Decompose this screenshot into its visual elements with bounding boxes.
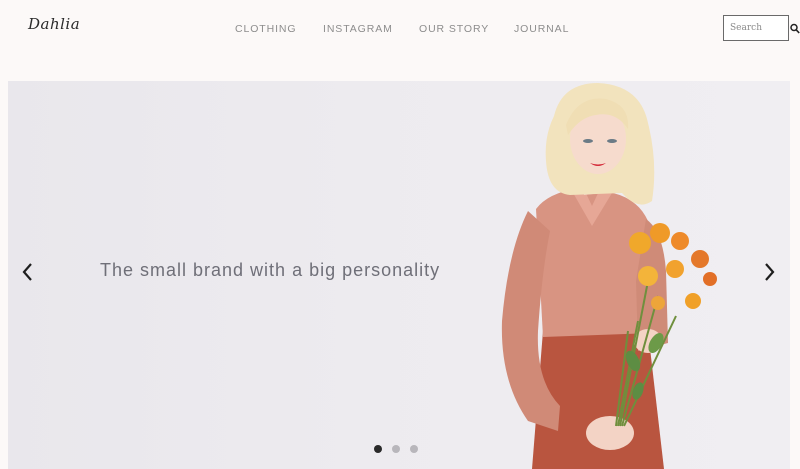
search-box (723, 15, 790, 41)
carousel-dot-2[interactable] (392, 445, 400, 453)
search-input[interactable] (724, 16, 790, 40)
nav-clothing-link[interactable]: CLOTHING (235, 23, 296, 35)
search-icon[interactable] (790, 22, 800, 34)
nav-journal-link[interactable]: JOURNAL (514, 23, 569, 35)
hero-carousel: The small brand with a big personality (8, 81, 790, 469)
chevron-right-icon[interactable] (761, 261, 777, 283)
nav-instagram-link[interactable]: INSTAGRAM (323, 23, 393, 35)
carousel-dot-1[interactable] (374, 445, 382, 453)
hero-tagline: The small brand with a big personality (100, 260, 441, 280)
main-nav: CLOTHING INSTAGRAM OUR STORY JOURNAL (0, 23, 800, 37)
chevron-left-icon[interactable] (20, 261, 36, 283)
model-with-flowers-photo (501, 83, 717, 469)
carousel-dot-3[interactable] (410, 445, 418, 453)
site-header: Dahlia CLOTHING INSTAGRAM OUR STORY JOUR… (0, 0, 800, 80)
nav-our-story-link[interactable]: OUR STORY (419, 23, 489, 35)
